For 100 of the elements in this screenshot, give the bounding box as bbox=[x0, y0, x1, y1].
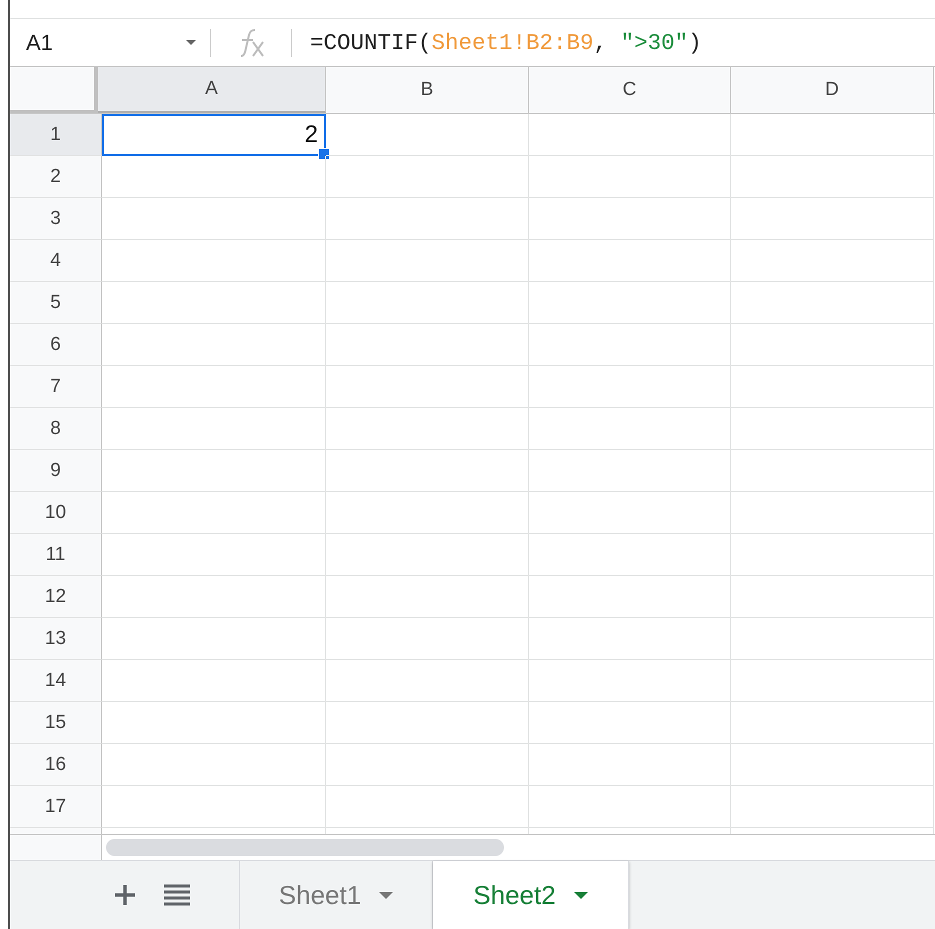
column-header[interactable]: D bbox=[731, 67, 934, 113]
table-cell[interactable] bbox=[529, 618, 731, 660]
table-cell[interactable] bbox=[731, 408, 934, 450]
table-cell[interactable] bbox=[731, 240, 934, 282]
table-cell[interactable] bbox=[731, 282, 934, 324]
table-cell[interactable] bbox=[529, 324, 731, 366]
table-cell[interactable] bbox=[102, 786, 326, 828]
table-cell[interactable] bbox=[731, 114, 934, 156]
table-cell[interactable] bbox=[529, 366, 731, 408]
table-cell[interactable] bbox=[731, 366, 934, 408]
table-cell[interactable] bbox=[102, 240, 326, 282]
table-cell[interactable] bbox=[529, 282, 731, 324]
table-cell[interactable] bbox=[529, 492, 731, 534]
horizontal-scrollbar[interactable] bbox=[106, 839, 504, 856]
table-cell[interactable] bbox=[326, 660, 529, 702]
table-cell[interactable] bbox=[529, 240, 731, 282]
table-cell[interactable] bbox=[326, 744, 529, 786]
table-cell[interactable] bbox=[102, 702, 326, 744]
row-header[interactable]: 8 bbox=[10, 408, 102, 450]
table-cell[interactable] bbox=[731, 660, 934, 702]
table-cell[interactable] bbox=[529, 534, 731, 576]
row-header[interactable]: 7 bbox=[10, 366, 102, 408]
row-header[interactable]: 6 bbox=[10, 324, 102, 366]
dropdown-caret-icon bbox=[186, 40, 196, 45]
table-cell[interactable] bbox=[102, 534, 326, 576]
table-cell[interactable] bbox=[529, 408, 731, 450]
table-cell[interactable] bbox=[326, 618, 529, 660]
row-header[interactable]: 4 bbox=[10, 240, 102, 282]
table-cell[interactable] bbox=[326, 576, 529, 618]
row-header[interactable]: 11 bbox=[10, 534, 102, 576]
row-header[interactable] bbox=[10, 828, 102, 834]
table-cell[interactable] bbox=[102, 198, 326, 240]
table-cell[interactable] bbox=[326, 114, 529, 156]
table-cell[interactable] bbox=[731, 198, 934, 240]
table-cell[interactable] bbox=[326, 198, 529, 240]
table-cell[interactable] bbox=[326, 240, 529, 282]
table-cell[interactable] bbox=[731, 702, 934, 744]
row-header[interactable]: 15 bbox=[10, 702, 102, 744]
table-cell[interactable] bbox=[731, 324, 934, 366]
select-all-corner[interactable] bbox=[10, 67, 98, 113]
table-cell[interactable] bbox=[731, 618, 934, 660]
table-cell[interactable] bbox=[731, 492, 934, 534]
table-cell[interactable] bbox=[529, 702, 731, 744]
dropdown-caret-icon bbox=[379, 892, 394, 898]
row-header[interactable]: 13 bbox=[10, 618, 102, 660]
plus-icon bbox=[114, 884, 136, 906]
table-cell[interactable] bbox=[731, 534, 934, 576]
table-cell[interactable] bbox=[529, 156, 731, 198]
row-header[interactable]: 3 bbox=[10, 198, 102, 240]
row-header[interactable]: 9 bbox=[10, 450, 102, 492]
sheet-tab[interactable]: Sheet2 bbox=[433, 861, 629, 929]
table-cell[interactable] bbox=[731, 576, 934, 618]
row-header[interactable]: 5 bbox=[10, 282, 102, 324]
table-cell[interactable] bbox=[326, 324, 529, 366]
table-cell[interactable] bbox=[529, 114, 731, 156]
table-cell[interactable] bbox=[731, 744, 934, 786]
formula-input[interactable]: =COUNTIF(Sheet1!B2:B9, ">30") bbox=[292, 30, 702, 56]
name-box[interactable]: A1 bbox=[10, 19, 210, 66]
row-header[interactable]: 12 bbox=[10, 576, 102, 618]
table-cell[interactable] bbox=[102, 492, 326, 534]
name-box-value: A1 bbox=[26, 30, 53, 56]
table-cell[interactable] bbox=[326, 702, 529, 744]
row-header[interactable]: 17 bbox=[10, 786, 102, 828]
row-header[interactable]: 2 bbox=[10, 156, 102, 198]
row-header[interactable]: 10 bbox=[10, 492, 102, 534]
table-cell[interactable] bbox=[326, 492, 529, 534]
table-cell[interactable] bbox=[102, 324, 326, 366]
table-cell[interactable] bbox=[102, 282, 326, 324]
fill-handle[interactable] bbox=[318, 148, 330, 160]
menu-icon bbox=[164, 884, 190, 906]
column-header[interactable]: A bbox=[98, 67, 326, 113]
table-cell[interactable] bbox=[529, 660, 731, 702]
table-cell[interactable] bbox=[529, 198, 731, 240]
table-cell[interactable] bbox=[102, 744, 326, 786]
table-cell[interactable] bbox=[326, 534, 529, 576]
row-header[interactable]: 14 bbox=[10, 660, 102, 702]
table-cell[interactable] bbox=[326, 156, 529, 198]
table-cell[interactable] bbox=[102, 408, 326, 450]
table-cell[interactable] bbox=[731, 156, 934, 198]
table-cell[interactable] bbox=[529, 744, 731, 786]
table-cell[interactable] bbox=[102, 618, 326, 660]
table-cell[interactable] bbox=[102, 156, 326, 198]
table-cell[interactable] bbox=[326, 786, 529, 828]
table-cell[interactable] bbox=[326, 450, 529, 492]
table-cell[interactable] bbox=[102, 576, 326, 618]
table-cell[interactable] bbox=[529, 786, 731, 828]
column-header[interactable]: B bbox=[326, 67, 529, 113]
table-cell[interactable] bbox=[731, 450, 934, 492]
row-header[interactable]: 16 bbox=[10, 744, 102, 786]
row-header[interactable]: 1 bbox=[10, 114, 102, 156]
table-cell[interactable] bbox=[326, 366, 529, 408]
table-cell[interactable] bbox=[326, 408, 529, 450]
table-cell[interactable] bbox=[529, 450, 731, 492]
table-cell[interactable] bbox=[102, 450, 326, 492]
table-cell[interactable] bbox=[102, 366, 326, 408]
table-cell[interactable] bbox=[731, 786, 934, 828]
column-header[interactable]: C bbox=[529, 67, 731, 113]
table-cell[interactable] bbox=[529, 576, 731, 618]
table-cell[interactable] bbox=[102, 660, 326, 702]
table-cell[interactable] bbox=[326, 282, 529, 324]
